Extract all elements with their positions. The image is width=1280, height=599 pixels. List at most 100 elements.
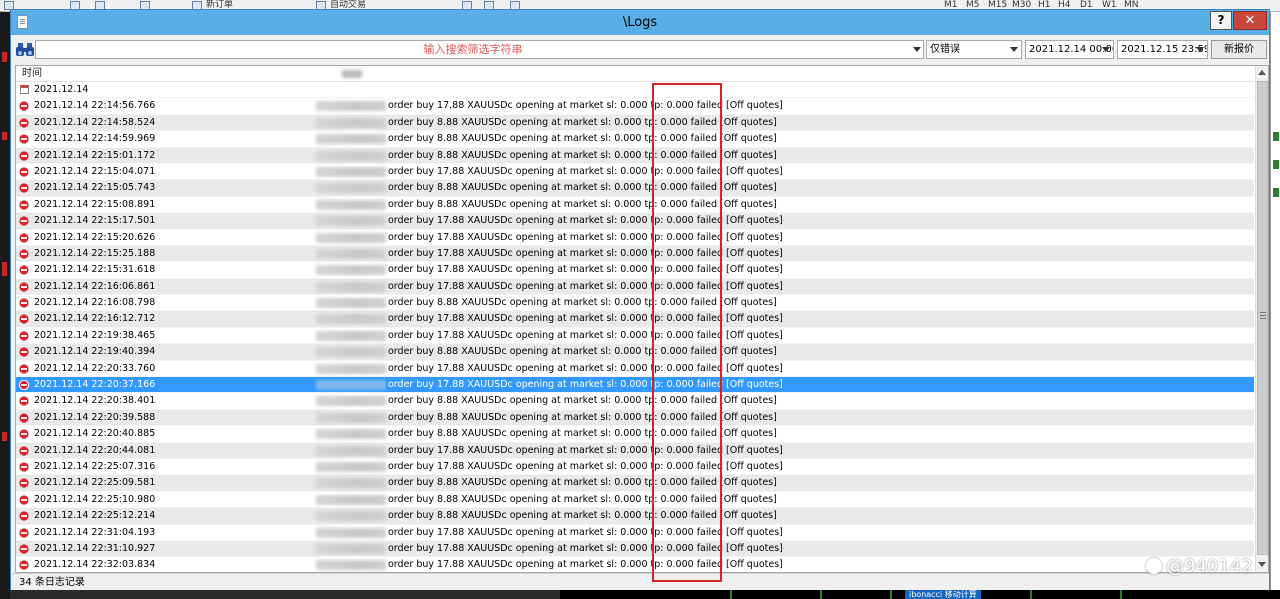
table-header: 时间 [16, 66, 1254, 82]
table-row[interactable]: 2021.12.14 22:16:12.712 order buy 17.88 X… [16, 311, 1254, 328]
row-source-redacted [316, 494, 386, 505]
row-message: order buy 17.88 XAUUSDc opening at marke… [388, 362, 783, 374]
background-chart-label: ibonacci 移动计算 [905, 590, 981, 599]
chevron-down-icon[interactable] [910, 41, 924, 58]
status-bar: 34 条日志记录 [11, 573, 1269, 590]
background-chart-left [0, 12, 10, 599]
row-time: 2021.12.14 22:20:40.885 [34, 428, 156, 440]
table-row[interactable]: 2021.12.14 22:20:33.760 order buy 17.88 X… [16, 361, 1254, 378]
error-circle-icon [19, 282, 29, 292]
table-row[interactable]: 2021.12.14 22:25:12.214 order buy 8.88 XA… [16, 508, 1254, 525]
row-source-redacted [316, 265, 386, 276]
help-button[interactable]: ? [1210, 11, 1232, 30]
row-source-redacted [316, 281, 386, 292]
new-quote-button[interactable]: 新报价 [1211, 40, 1267, 59]
table-row[interactable]: 2021.12.14 22:15:25.188 order buy 17.88 X… [16, 245, 1254, 263]
row-source-redacted [316, 412, 386, 423]
error-circle-icon [19, 413, 29, 423]
column-header-time[interactable]: 时间 [22, 66, 42, 82]
grip-icon [1260, 312, 1266, 319]
table-row[interactable]: 2021.12.14 22:15:20.626 order buy 17.88 X… [16, 230, 1254, 246]
row-message: order buy 17.88 XAUUSDc opening at marke… [388, 559, 783, 571]
row-source-redacted [316, 134, 386, 145]
vertical-scrollbar[interactable] [1255, 66, 1268, 572]
table-row[interactable]: 2021.12.14 22:15:08.891 order buy 8.88 XA… [16, 197, 1254, 214]
search-input[interactable] [37, 41, 909, 58]
row-message: order buy 17.88 XAUUSDc opening at marke… [388, 444, 783, 456]
row-message: order buy 17.88 XAUUSDc opening at marke… [388, 231, 783, 243]
date-to-picker[interactable]: 2021.12.15 23:59 [1117, 40, 1208, 59]
table-row[interactable]: 2021.12.14 22:31:10.927 order buy 17.88 X… [16, 540, 1254, 558]
row-message: order buy 8.88 XAUUSDc opening at market… [388, 116, 777, 128]
error-circle-icon [19, 200, 29, 210]
error-circle-icon [19, 249, 29, 259]
table-row[interactable]: 2021.12.14 22:31:04.193 order buy 17.88 X… [16, 525, 1254, 541]
table-row[interactable]: 2021.12.14 22:20:44.081 order buy 17.88 X… [16, 442, 1254, 459]
table-row[interactable]: 2021.12.14 22:19:40.394 order buy 8.88 XA… [16, 344, 1254, 361]
table-row[interactable]: 2021.12.14 22:19:38.465 order buy 17.88 X… [16, 328, 1254, 345]
row-time: 2021.12.14 22:19:40.394 [34, 346, 156, 358]
log-table[interactable]: 时间 2021.12.14 2021.12.14 22:14:56.766 ord… [15, 65, 1269, 573]
scroll-down-arrow-icon[interactable] [1256, 557, 1268, 571]
column-header-source-redacted[interactable] [342, 70, 362, 78]
row-message: order buy 8.88 XAUUSDc opening at market… [388, 395, 777, 407]
row-time: 2021.12.14 22:25:09.581 [34, 477, 156, 489]
row-time: 2021.12.14 22:32:03.834 [34, 559, 156, 571]
table-row[interactable]: 2021.12.14 22:14:59.969 order buy 8.88 XA… [16, 131, 1254, 148]
table-row[interactable]: 2021.12.14 22:15:01.172 order buy 8.88 XA… [16, 147, 1254, 164]
calendar-icon [20, 85, 29, 94]
error-circle-icon [19, 183, 29, 193]
title-bar[interactable]: \Logs ? ✕ [11, 10, 1269, 35]
row-message: order buy 8.88 XAUUSDc opening at market… [388, 428, 777, 440]
watermark-text: @940142 [1166, 556, 1253, 577]
row-source-redacted [316, 560, 386, 571]
row-time: 2021.12.14 22:25:12.214 [34, 510, 156, 522]
log-level-filter[interactable]: 仅错误 [926, 40, 1022, 59]
row-message: order buy 8.88 XAUUSDc opening at market… [388, 133, 777, 145]
row-message: order buy 17.88 XAUUSDc opening at marke… [388, 100, 783, 112]
row-source-redacted [316, 363, 386, 374]
table-row[interactable]: 2021.12.14 22:16:08.798 order buy 8.88 XA… [16, 295, 1254, 312]
table-row[interactable]: 2021.12.14 22:20:37.166 order buy 17.88 X… [16, 377, 1254, 394]
group-row[interactable]: 2021.12.14 [16, 82, 1254, 99]
table-row[interactable]: 2021.12.14 22:32:03.834 order buy 17.88 X… [16, 557, 1254, 572]
chevron-down-icon[interactable] [1099, 41, 1113, 58]
row-source-redacted [316, 527, 386, 538]
row-time: 2021.12.14 22:15:25.188 [34, 247, 156, 259]
scroll-thumb[interactable] [1257, 81, 1268, 555]
row-source-redacted [316, 478, 386, 489]
table-row[interactable]: 2021.12.14 22:16:06.861 order buy 17.88 X… [16, 278, 1254, 296]
error-circle-icon [19, 445, 29, 456]
table-row[interactable]: 2021.12.14 22:15:05.743 order buy 8.88 XA… [16, 180, 1254, 197]
table-row[interactable]: 2021.12.14 22:20:39.588 order buy 8.88 XA… [16, 409, 1254, 427]
error-circle-icon [19, 478, 29, 488]
close-button[interactable]: ✕ [1233, 11, 1267, 30]
chevron-down-icon[interactable] [1193, 41, 1207, 58]
row-time: 2021.12.14 22:16:06.861 [34, 280, 156, 292]
row-time: 2021.12.14 22:14:58.524 [34, 116, 156, 128]
row-time: 2021.12.14 22:31:04.193 [34, 526, 156, 538]
weibo-logo-icon [1146, 558, 1162, 574]
table-row[interactable]: 2021.12.14 22:20:40.885 order buy 8.88 XA… [16, 426, 1254, 443]
search-combo[interactable] [35, 40, 924, 59]
chevron-down-icon[interactable] [1007, 41, 1021, 58]
row-source-redacted [316, 101, 386, 112]
table-row[interactable]: 2021.12.14 22:14:56.766 order buy 17.88 X… [16, 98, 1254, 115]
table-row[interactable]: 2021.12.14 22:14:58.524 order buy 8.88 XA… [16, 114, 1254, 132]
table-row[interactable]: 2021.12.14 22:25:10.980 order buy 8.88 XA… [16, 492, 1254, 509]
row-source-redacted [316, 314, 386, 325]
row-message: order buy 8.88 XAUUSDc opening at market… [388, 297, 777, 309]
table-row[interactable]: 2021.12.14 22:15:31.618 order buy 17.88 X… [16, 262, 1254, 279]
scroll-up-arrow-icon[interactable] [1256, 66, 1268, 80]
table-row[interactable]: 2021.12.14 22:20:38.401 order buy 8.88 XA… [16, 393, 1254, 410]
table-row[interactable]: 2021.12.14 22:15:17.501 order buy 17.88 X… [16, 213, 1254, 230]
row-source-redacted [316, 445, 386, 456]
error-circle-icon [19, 347, 29, 357]
date-from-picker[interactable]: 2021.12.14 00:00 [1025, 40, 1114, 59]
table-row[interactable]: 2021.12.14 22:15:04.071 order buy 17.88 X… [16, 164, 1254, 181]
error-circle-icon [19, 118, 29, 128]
table-row[interactable]: 2021.12.14 22:25:07.316 order buy 17.88 X… [16, 459, 1254, 476]
table-row[interactable]: 2021.12.14 22:25:09.581 order buy 8.88 XA… [16, 475, 1254, 492]
binoculars-icon[interactable] [16, 41, 34, 57]
row-source-redacted [316, 216, 386, 227]
